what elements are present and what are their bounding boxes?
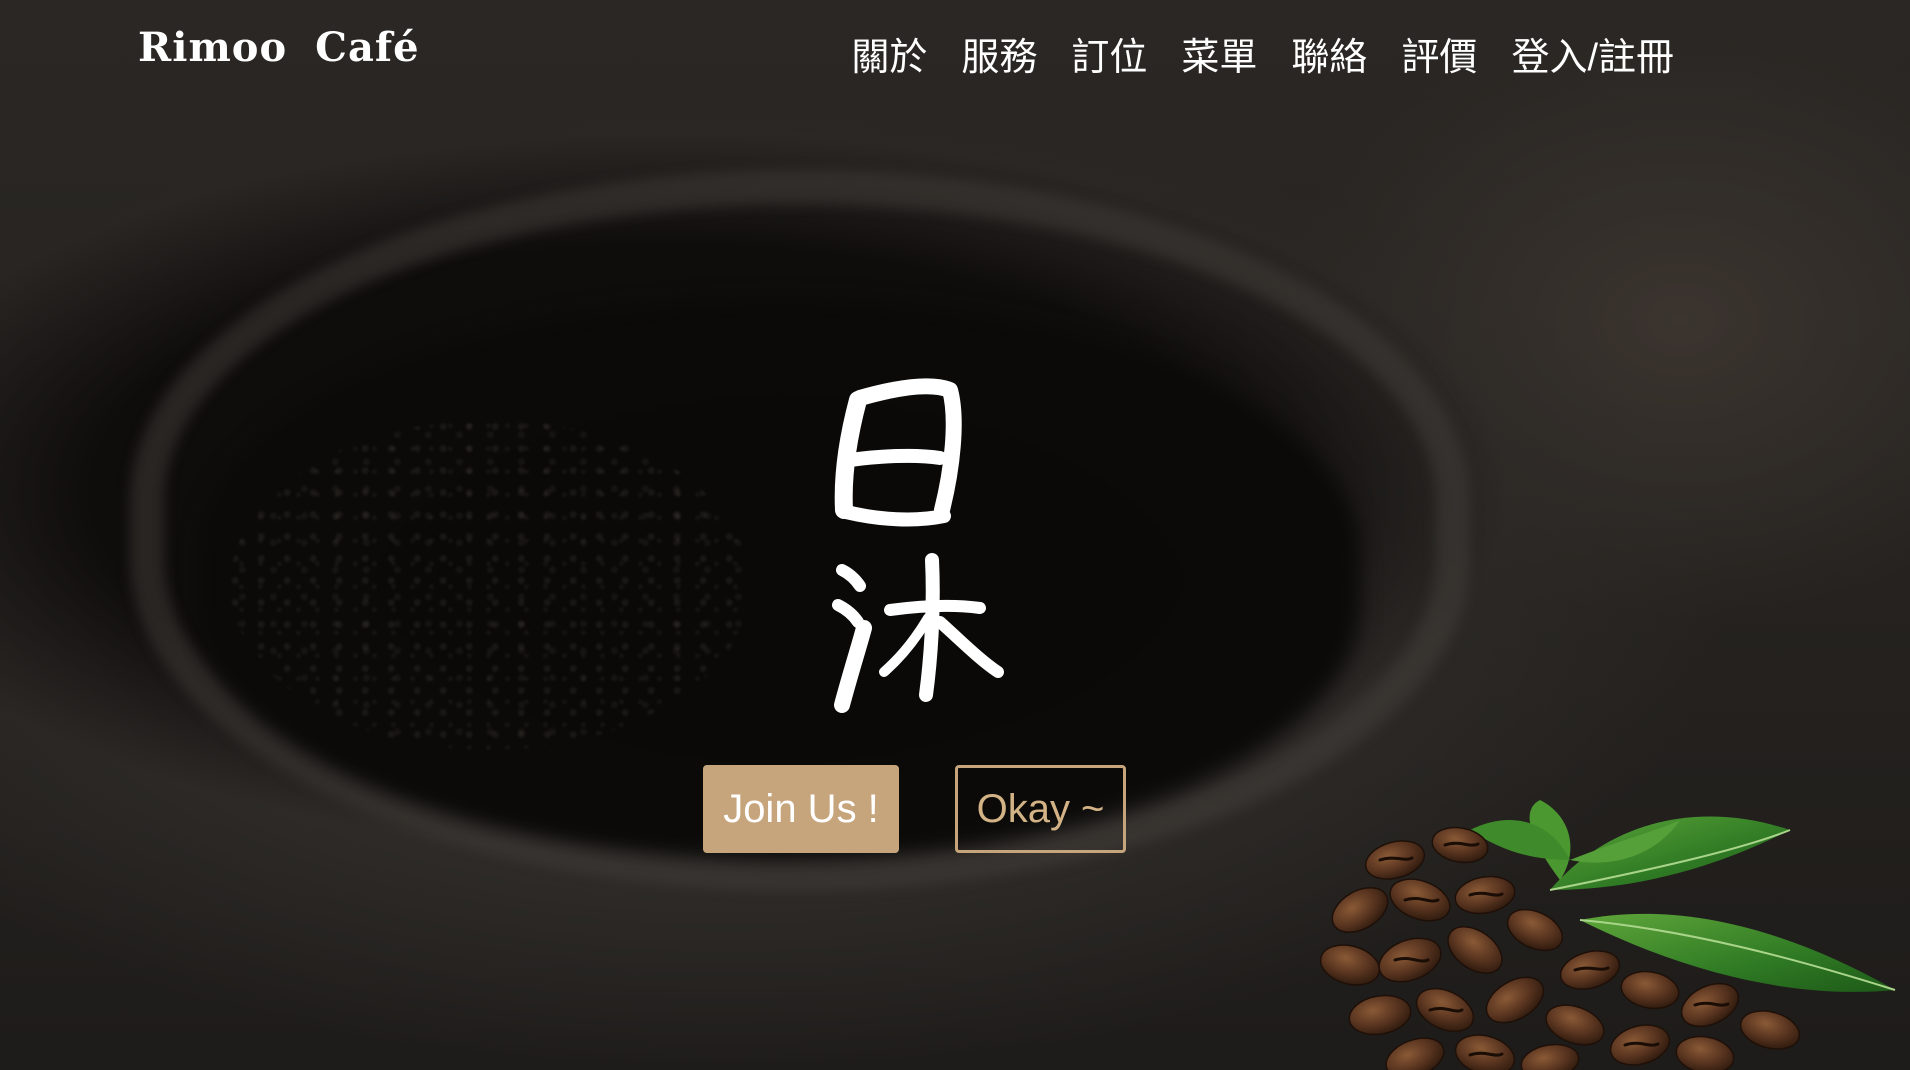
calligraphy-logo-icon <box>832 378 1004 713</box>
nav-item-reviews[interactable]: 評價 <box>1401 26 1477 81</box>
logo-primary-text: Rimoo <box>138 24 288 71</box>
main-nav: 關於 服務 訂位 菜單 聯絡 評價 登入/註冊 <box>851 26 1674 81</box>
nav-item-contact[interactable]: 聯絡 <box>1291 26 1367 81</box>
site-logo[interactable]: Rimoo Café <box>138 24 420 71</box>
nav-item-login-register[interactable]: 登入/註冊 <box>1511 26 1674 81</box>
nav-item-menu[interactable]: 菜單 <box>1181 26 1257 81</box>
top-navbar: Rimoo Café 關於 服務 訂位 菜單 聯絡 評價 登入/註冊 <box>0 0 1910 100</box>
hero-section: Rimoo Café 關於 服務 訂位 菜單 聯絡 評價 登入/註冊 Join … <box>0 0 1910 1070</box>
join-us-button[interactable]: Join Us ! <box>703 765 899 853</box>
nav-item-services[interactable]: 服務 <box>961 26 1037 81</box>
coffee-crema-background <box>230 420 750 750</box>
logo-secondary-text: Café <box>315 24 420 71</box>
okay-button[interactable]: Okay ~ <box>955 765 1126 853</box>
hero-cta-group: Join Us ! Okay ~ <box>703 765 1126 853</box>
nav-item-about[interactable]: 關於 <box>851 26 927 81</box>
nav-item-reservation[interactable]: 訂位 <box>1071 26 1147 81</box>
coffee-beans-leaves-icon <box>1320 800 1896 1070</box>
